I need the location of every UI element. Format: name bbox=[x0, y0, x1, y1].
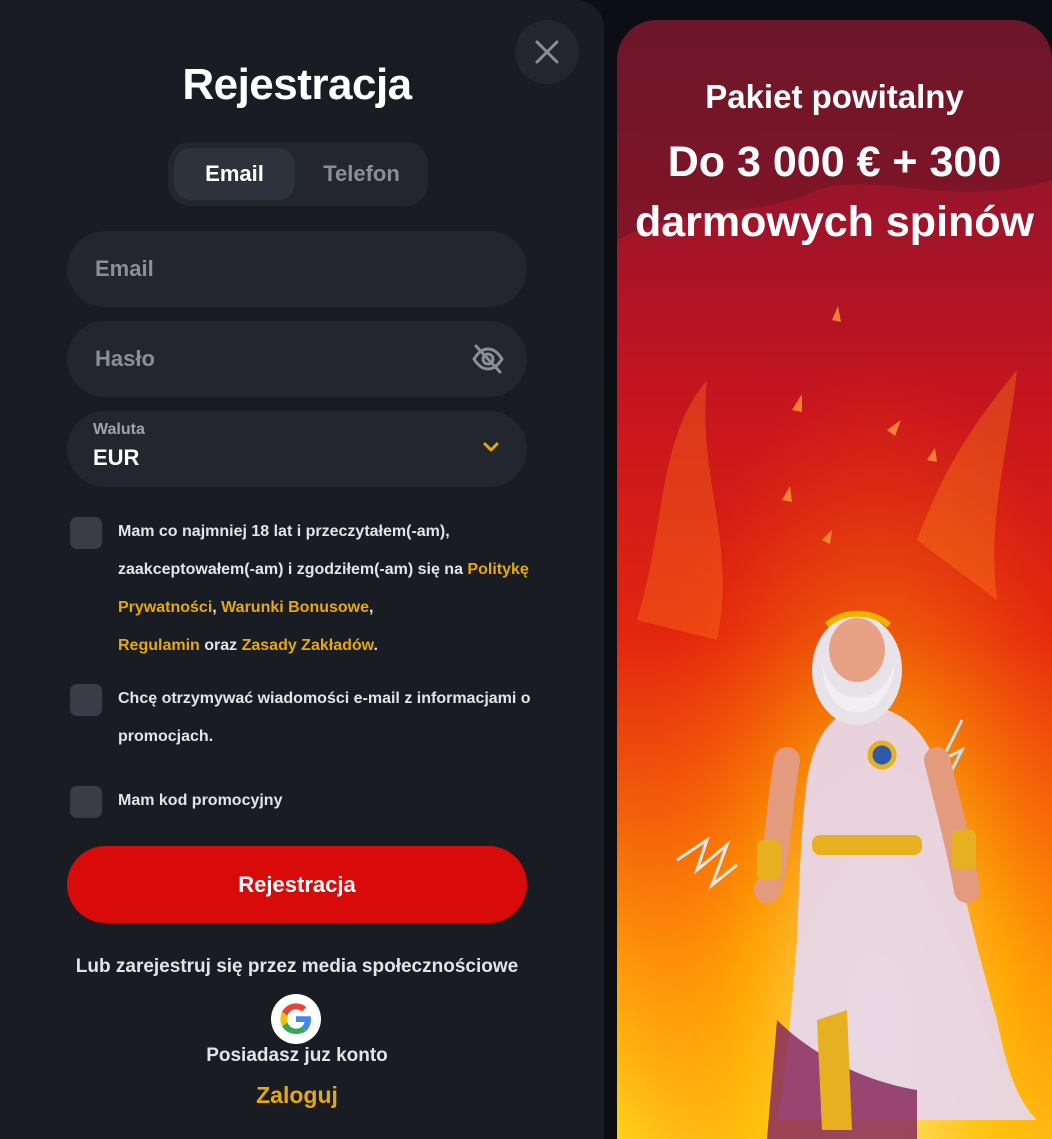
registration-panel: Rejestracja Email Telefon Waluta EUR Mam… bbox=[0, 0, 604, 1139]
tab-phone[interactable]: Telefon bbox=[301, 148, 422, 200]
promo-subtitle: Pakiet powitalny bbox=[705, 78, 964, 115]
promo-code-row: Mam kod promocyjny bbox=[70, 782, 540, 820]
terms-end: . bbox=[373, 637, 378, 654]
google-signup-button[interactable] bbox=[271, 994, 321, 1044]
google-icon bbox=[280, 1003, 311, 1034]
newsletter-checkbox[interactable] bbox=[70, 684, 102, 716]
currency-label: Waluta bbox=[93, 421, 145, 438]
have-account-text: Posiadasz juz konto bbox=[206, 1045, 388, 1066]
welcome-promo-banner: Pakiet powitalny Do 3 000 € + 300 darmow… bbox=[617, 20, 1052, 1139]
email-field[interactable] bbox=[67, 231, 527, 307]
currency-select[interactable]: Waluta EUR bbox=[67, 411, 527, 487]
chevron-down-icon bbox=[483, 442, 499, 452]
close-icon bbox=[535, 40, 559, 64]
terms-separator: , bbox=[369, 599, 374, 616]
login-link[interactable]: Zaloguj bbox=[0, 1082, 594, 1109]
newsletter-row: Chcę otrzymywać wiadomości e-mail z info… bbox=[70, 680, 540, 756]
terms-text-part: Mam co najmniej 18 lat i przeczytałem(-a… bbox=[118, 523, 468, 578]
bonus-terms-link[interactable]: Warunki Bonusowe bbox=[221, 599, 369, 616]
terms-row: Mam co najmniej 18 lat i przeczytałem(-a… bbox=[70, 513, 540, 663]
promo-code-label: Mam kod promocyjny bbox=[118, 792, 283, 809]
currency-value: EUR bbox=[93, 445, 140, 470]
promo-code-checkbox[interactable] bbox=[70, 786, 102, 818]
terms-checkbox[interactable] bbox=[70, 517, 102, 549]
signup-method-tabs: Email Telefon bbox=[168, 142, 428, 206]
terms-text: Mam co najmniej 18 lat i przeczytałem(-a… bbox=[118, 513, 538, 665]
register-button[interactable]: Rejestracja bbox=[67, 846, 527, 923]
page-title: Rejestracja bbox=[182, 60, 412, 109]
rules-link[interactable]: Regulamin bbox=[118, 637, 200, 654]
betting-rules-link[interactable]: Zasady Zakładów bbox=[242, 637, 374, 654]
password-field-wrapper bbox=[67, 321, 527, 397]
email-field-wrapper bbox=[67, 231, 527, 307]
terms-separator: oraz bbox=[199, 637, 242, 654]
newsletter-label: Chcę otrzymywać wiadomości e-mail z info… bbox=[118, 690, 531, 745]
password-field[interactable] bbox=[67, 321, 527, 397]
social-signup-text: Lub zarejestruj się przez media społeczn… bbox=[75, 956, 519, 977]
eye-off-icon[interactable] bbox=[471, 343, 505, 375]
terms-separator: , bbox=[212, 599, 222, 616]
tab-email[interactable]: Email bbox=[174, 148, 295, 200]
promo-headline: Do 3 000 € + 300 darmowych spinów bbox=[634, 138, 1034, 246]
